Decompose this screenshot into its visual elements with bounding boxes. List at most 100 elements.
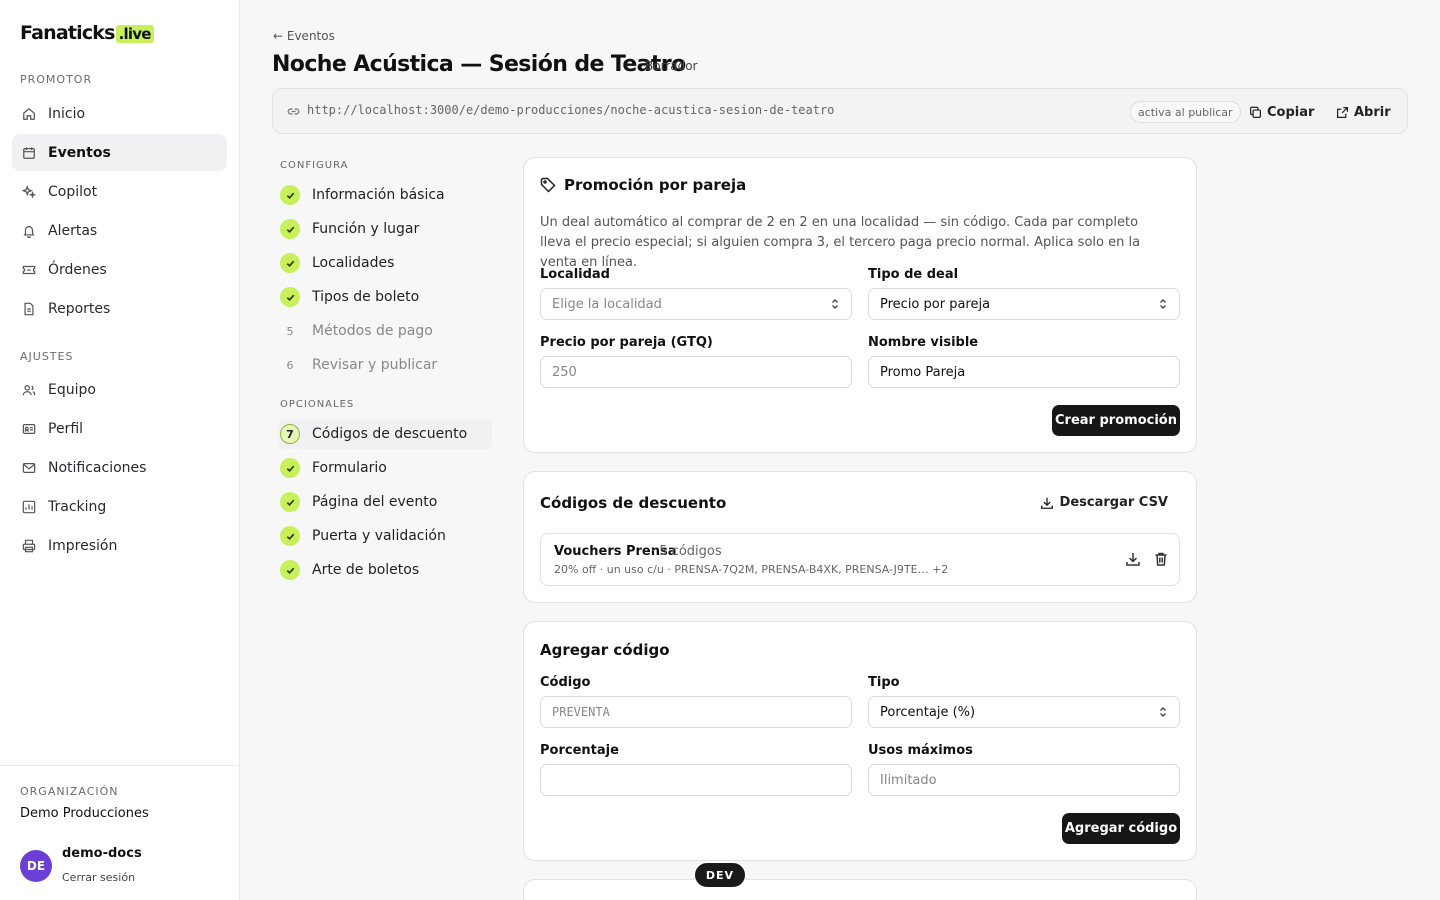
external-link-icon <box>1337 106 1348 118</box>
tipo-deal-select[interactable]: Precio por pareja <box>868 288 1180 320</box>
check-icon <box>280 526 300 546</box>
download-csv-button[interactable]: Descargar CSV <box>1040 495 1168 510</box>
download-icon <box>1040 497 1053 509</box>
usos-maximos-label: Usos máximos <box>868 743 973 758</box>
precio-label: Precio por pareja (GTQ) <box>540 335 713 350</box>
usos-maximos-input[interactable]: Ilimitado <box>868 764 1180 796</box>
check-icon <box>280 492 300 512</box>
open-button[interactable]: Abrir <box>1336 101 1391 123</box>
sidebar-item-impresion[interactable]: Impresión <box>12 527 227 564</box>
tipo-select[interactable]: Porcentaje (%) <box>868 696 1180 728</box>
copy-icon <box>1250 106 1261 118</box>
sidebar-item-label: Reportes <box>48 300 111 317</box>
event-url[interactable]: http://localhost:3000/e/demo-produccione… <box>307 103 834 117</box>
sidebar-item-label: Órdenes <box>48 261 107 278</box>
codes-card: Códigos de descuento Descargar CSV Vouch… <box>523 471 1197 603</box>
codes-title: Códigos de descuento <box>540 494 727 512</box>
status-badge: Borrador <box>645 59 698 73</box>
promo-card: Promoción por pareja Un deal automático … <box>523 157 1197 453</box>
dev-badge[interactable]: DEV <box>694 862 746 888</box>
codigo-input[interactable]: PREVENTA <box>540 696 852 728</box>
step-funcion-lugar[interactable]: Función y lugar <box>278 214 492 244</box>
step-informacion-basica[interactable]: Información básica <box>278 180 492 210</box>
sidebar-item-label: Perfil <box>48 420 84 437</box>
sidebar-item-label: Copilot <box>48 183 98 200</box>
voucher-detail: 20% off · un uso c/u · PRENSA-7Q2M, PREN… <box>554 563 949 576</box>
sidebar-item-tracking[interactable]: Tracking <box>12 488 227 525</box>
logout-link[interactable]: Cerrar sesión <box>62 871 135 884</box>
page-title: Noche Acústica — Sesión de Teatro <box>272 52 686 77</box>
section-label-organizacion: ORGANIZACIÓN <box>20 785 119 798</box>
trash-icon[interactable] <box>1153 551 1169 567</box>
steps-label-configura: CONFIGURA <box>280 160 349 171</box>
voucher-count: · 5 códigos <box>651 544 722 559</box>
brand-logo[interactable]: Fanaticks .live <box>20 22 154 44</box>
sidebar-item-label: Notificaciones <box>48 459 147 476</box>
arrow-left-icon: ← <box>273 29 287 43</box>
step-puerta-validacion[interactable]: Puerta y validación <box>278 521 492 551</box>
back-link[interactable]: ← Eventos <box>273 29 335 43</box>
localidad-select[interactable]: Elige la localidad <box>540 288 852 320</box>
sidebar-item-label: Tracking <box>48 498 107 515</box>
step-metodos-pago[interactable]: 5 Métodos de pago <box>278 316 492 346</box>
next-card <box>523 879 1197 900</box>
porcentaje-input[interactable] <box>540 764 852 796</box>
sidebar-item-label: Equipo <box>48 381 96 398</box>
check-icon <box>280 560 300 580</box>
sidebar: Fanaticks .live PROMOTOR Inicio Eventos C… <box>0 0 240 900</box>
check-icon <box>280 253 300 273</box>
codigo-label: Código <box>540 675 591 690</box>
step-formulario[interactable]: Formulario <box>278 453 492 483</box>
step-revisar-publicar[interactable]: 6 Revisar y publicar <box>278 350 492 380</box>
check-icon <box>280 185 300 205</box>
add-code-button[interactable]: Agregar código <box>1062 813 1180 844</box>
step-arte-boletos[interactable]: Arte de boletos <box>278 555 492 585</box>
user-name: demo-docs <box>62 846 142 861</box>
step-localidades[interactable]: Localidades <box>278 248 492 278</box>
step-number: 6 <box>286 358 294 372</box>
sidebar-item-alertas[interactable]: Alertas <box>12 212 227 249</box>
sidebar-item-label: Inicio <box>48 105 86 122</box>
sidebar-item-equipo[interactable]: Equipo <box>12 371 227 408</box>
chevron-updown-icon <box>1160 707 1166 717</box>
step-pagina-evento[interactable]: Página del evento <box>278 487 492 517</box>
mail-icon <box>22 461 36 475</box>
check-icon <box>280 219 300 239</box>
download-icon[interactable] <box>1125 551 1141 567</box>
section-label-promotor: PROMOTOR <box>20 73 93 86</box>
sidebar-item-eventos[interactable]: Eventos <box>12 134 227 171</box>
sidebar-item-notificaciones[interactable]: Notificaciones <box>12 449 227 486</box>
sidebar-item-ordenes[interactable]: Órdenes <box>12 251 227 288</box>
nombre-visible-label: Nombre visible <box>868 335 979 350</box>
sidebar-item-reportes[interactable]: Reportes <box>12 290 227 327</box>
step-codigos-descuento[interactable]: 7 Códigos de descuento <box>278 419 492 449</box>
copy-button[interactable]: Copiar <box>1249 101 1314 123</box>
sidebar-item-perfil[interactable]: Perfil <box>12 410 227 447</box>
porcentaje-label: Porcentaje <box>540 743 619 758</box>
sidebar-item-copilot[interactable]: Copilot <box>12 173 227 210</box>
link-icon <box>287 105 300 118</box>
add-code-card: Agregar código Código PREVENTA Tipo Porc… <box>523 621 1197 861</box>
users-icon <box>22 383 36 397</box>
sidebar-item-inicio[interactable]: Inicio <box>12 95 227 132</box>
precio-input[interactable]: 250 <box>540 356 852 388</box>
promo-title: Promoción por pareja <box>564 176 747 194</box>
avatar[interactable]: DE <box>20 850 52 882</box>
create-promo-button[interactable]: Crear promoción <box>1052 405 1180 436</box>
sidebar-item-label: Eventos <box>48 144 111 161</box>
printer-icon <box>22 539 36 553</box>
chart-icon <box>22 500 36 514</box>
chevron-updown-icon <box>1160 299 1166 309</box>
step-tipos-boleto[interactable]: Tipos de boleto <box>278 282 492 312</box>
promo-description: Un deal automático al comprar de 2 en 2 … <box>540 215 1141 270</box>
voucher-row[interactable]: Vouchers Prensa · 5 códigos 20% off · un… <box>540 533 1180 586</box>
nombre-visible-input[interactable]: Promo Pareja <box>868 356 1180 388</box>
check-icon <box>280 458 300 478</box>
calendar-icon <box>22 146 36 160</box>
org-name[interactable]: Demo Producciones <box>20 806 149 821</box>
add-code-title: Agregar código <box>540 641 670 659</box>
check-icon <box>280 287 300 307</box>
step-number: 5 <box>286 324 294 338</box>
tag-icon <box>540 177 556 193</box>
localidad-label: Localidad <box>540 267 610 282</box>
